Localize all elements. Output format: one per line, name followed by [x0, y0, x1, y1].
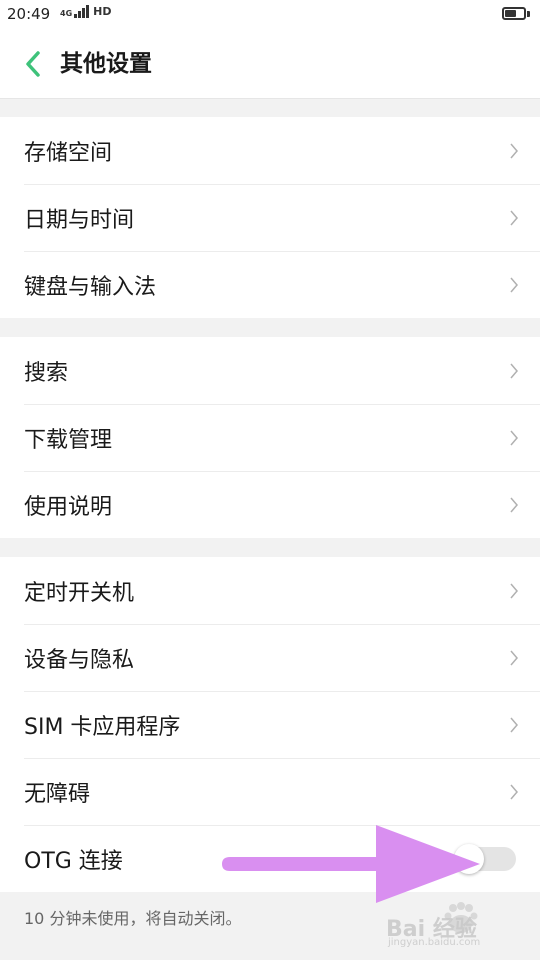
settings-item-sim-apps[interactable]: SIM 卡应用程序 [0, 691, 540, 758]
signal-icon [74, 5, 90, 18]
settings-group-search: 搜索 下载管理 使用说明 [0, 337, 540, 538]
settings-item-scheduled-power[interactable]: 定时开关机 [0, 557, 540, 624]
chevron-right-icon [510, 363, 518, 378]
network-indicator: 4G HD [60, 5, 111, 18]
battery-tip [527, 11, 530, 17]
chevron-right-icon [510, 784, 518, 799]
chevron-right-icon [510, 650, 518, 665]
settings-item-manual[interactable]: 使用说明 [0, 471, 540, 538]
watermark-sub: jingyan.baidu.com [388, 937, 481, 948]
chevron-right-icon [510, 430, 518, 445]
settings-item-label: 设备与隐私 [24, 647, 135, 673]
settings-item-label: 存储空间 [24, 140, 113, 166]
status-bar: 20:49 4G HD [0, 0, 540, 30]
hd-badge: HD [93, 5, 112, 18]
settings-item-accessibility[interactable]: 无障碍 [0, 758, 540, 825]
settings-item-label: 使用说明 [24, 494, 113, 520]
chevron-right-icon [510, 210, 518, 225]
network-type: 4G [60, 9, 73, 18]
chevron-right-icon [510, 143, 518, 158]
settings-item-search[interactable]: 搜索 [0, 337, 540, 404]
chevron-right-icon [510, 277, 518, 292]
chevron-right-icon [510, 717, 518, 732]
settings-item-keyboard[interactable]: 键盘与输入法 [0, 251, 540, 318]
settings-item-device-privacy[interactable]: 设备与隐私 [0, 624, 540, 691]
settings-item-label: 搜索 [24, 360, 69, 386]
settings-item-label: 无障碍 [24, 781, 91, 807]
settings-item-label: 定时开关机 [24, 580, 135, 606]
back-button[interactable] [16, 46, 50, 82]
status-time: 20:49 [7, 5, 51, 23]
settings-item-storage[interactable]: 存储空间 [0, 117, 540, 184]
chevron-right-icon [510, 583, 518, 598]
page-title: 其他设置 [60, 51, 152, 77]
battery-level [505, 10, 516, 17]
chevron-right-icon [510, 497, 518, 512]
settings-item-label: 下载管理 [24, 427, 113, 453]
battery-icon [502, 7, 526, 20]
annotation-arrow-icon [222, 825, 480, 903]
settings-item-label: SIM 卡应用程序 [24, 714, 181, 740]
app-header: 其他设置 [0, 30, 540, 99]
settings-item-label: 日期与时间 [24, 207, 135, 233]
settings-item-label: OTG 连接 [24, 848, 123, 874]
chevron-left-icon [26, 51, 40, 77]
settings-group-storage: 存储空间 日期与时间 键盘与输入法 [0, 117, 540, 318]
settings-item-date-time[interactable]: 日期与时间 [0, 184, 540, 251]
settings-item-label: 键盘与输入法 [24, 274, 157, 300]
otg-note: 10 分钟未使用，将自动关闭。 [24, 909, 242, 928]
settings-item-downloads[interactable]: 下载管理 [0, 404, 540, 471]
